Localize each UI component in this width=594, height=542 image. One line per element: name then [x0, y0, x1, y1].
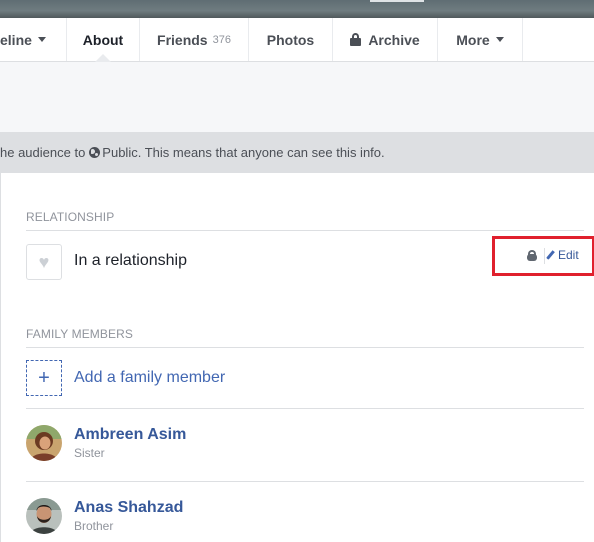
lock-icon — [350, 33, 362, 46]
tab-label: More — [456, 31, 490, 48]
tab-timeline[interactable]: eline — [0, 18, 67, 61]
tab-label: Archive — [368, 31, 420, 48]
edit-button[interactable]: Edit — [546, 248, 579, 262]
tab-label: eline — [0, 31, 32, 48]
tab-label: Friends — [157, 31, 208, 48]
tab-about[interactable]: About — [67, 18, 140, 62]
edit-label: Edit — [558, 248, 579, 262]
avatar[interactable] — [26, 498, 62, 534]
tab-friends[interactable]: Friends 376 — [140, 18, 249, 61]
tab-photos[interactable]: Photos — [249, 18, 333, 61]
friends-count: 376 — [212, 33, 231, 46]
cover-highlight — [370, 0, 424, 2]
family-heading: FAMILY MEMBERS — [26, 327, 133, 341]
content-spacer — [0, 62, 594, 132]
tab-more[interactable]: More — [438, 18, 523, 61]
member-name[interactable]: Ambreen Asim — [74, 426, 186, 444]
add-family-link[interactable]: Add a family member — [74, 369, 225, 387]
privacy-lock-icon[interactable] — [527, 250, 537, 261]
divider — [26, 347, 584, 348]
heart-icon-box: ♥ — [26, 244, 62, 280]
avatar[interactable] — [26, 425, 62, 461]
divider — [26, 230, 584, 231]
chevron-down-icon — [495, 37, 504, 42]
cover-photo — [0, 0, 594, 18]
edit-highlight-box: Edit — [492, 236, 594, 276]
member-relation: Sister — [74, 446, 105, 460]
divider — [26, 481, 584, 482]
audience-notice: he audience to Public. This means that a… — [0, 132, 594, 173]
member-name[interactable]: Anas Shahzad — [74, 499, 183, 517]
profile-nav: eline About Friends 376 Photos Archive M… — [0, 18, 594, 62]
heart-icon: ♥ — [38, 252, 50, 272]
about-panel: RELATIONSHIP ♥ In a relationship Edit FA… — [0, 173, 594, 542]
divider — [544, 248, 545, 264]
chevron-down-icon — [37, 37, 46, 42]
divider — [26, 408, 584, 409]
relationship-heading: RELATIONSHIP — [26, 210, 115, 224]
relationship-status: In a relationship — [74, 252, 187, 269]
globe-icon — [89, 147, 101, 158]
add-family-button[interactable]: + — [26, 360, 62, 396]
tab-archive[interactable]: Archive — [333, 18, 438, 61]
member-relation: Brother — [74, 519, 114, 533]
notice-prefix: he audience to — [0, 145, 86, 160]
tab-label: Photos — [266, 31, 315, 48]
tab-label: About — [82, 31, 124, 48]
notice-suffix: . This means that anyone can see this in… — [137, 145, 385, 160]
notice-audience: Public — [102, 145, 138, 160]
plus-icon: + — [38, 366, 50, 389]
pencil-icon — [546, 250, 555, 260]
